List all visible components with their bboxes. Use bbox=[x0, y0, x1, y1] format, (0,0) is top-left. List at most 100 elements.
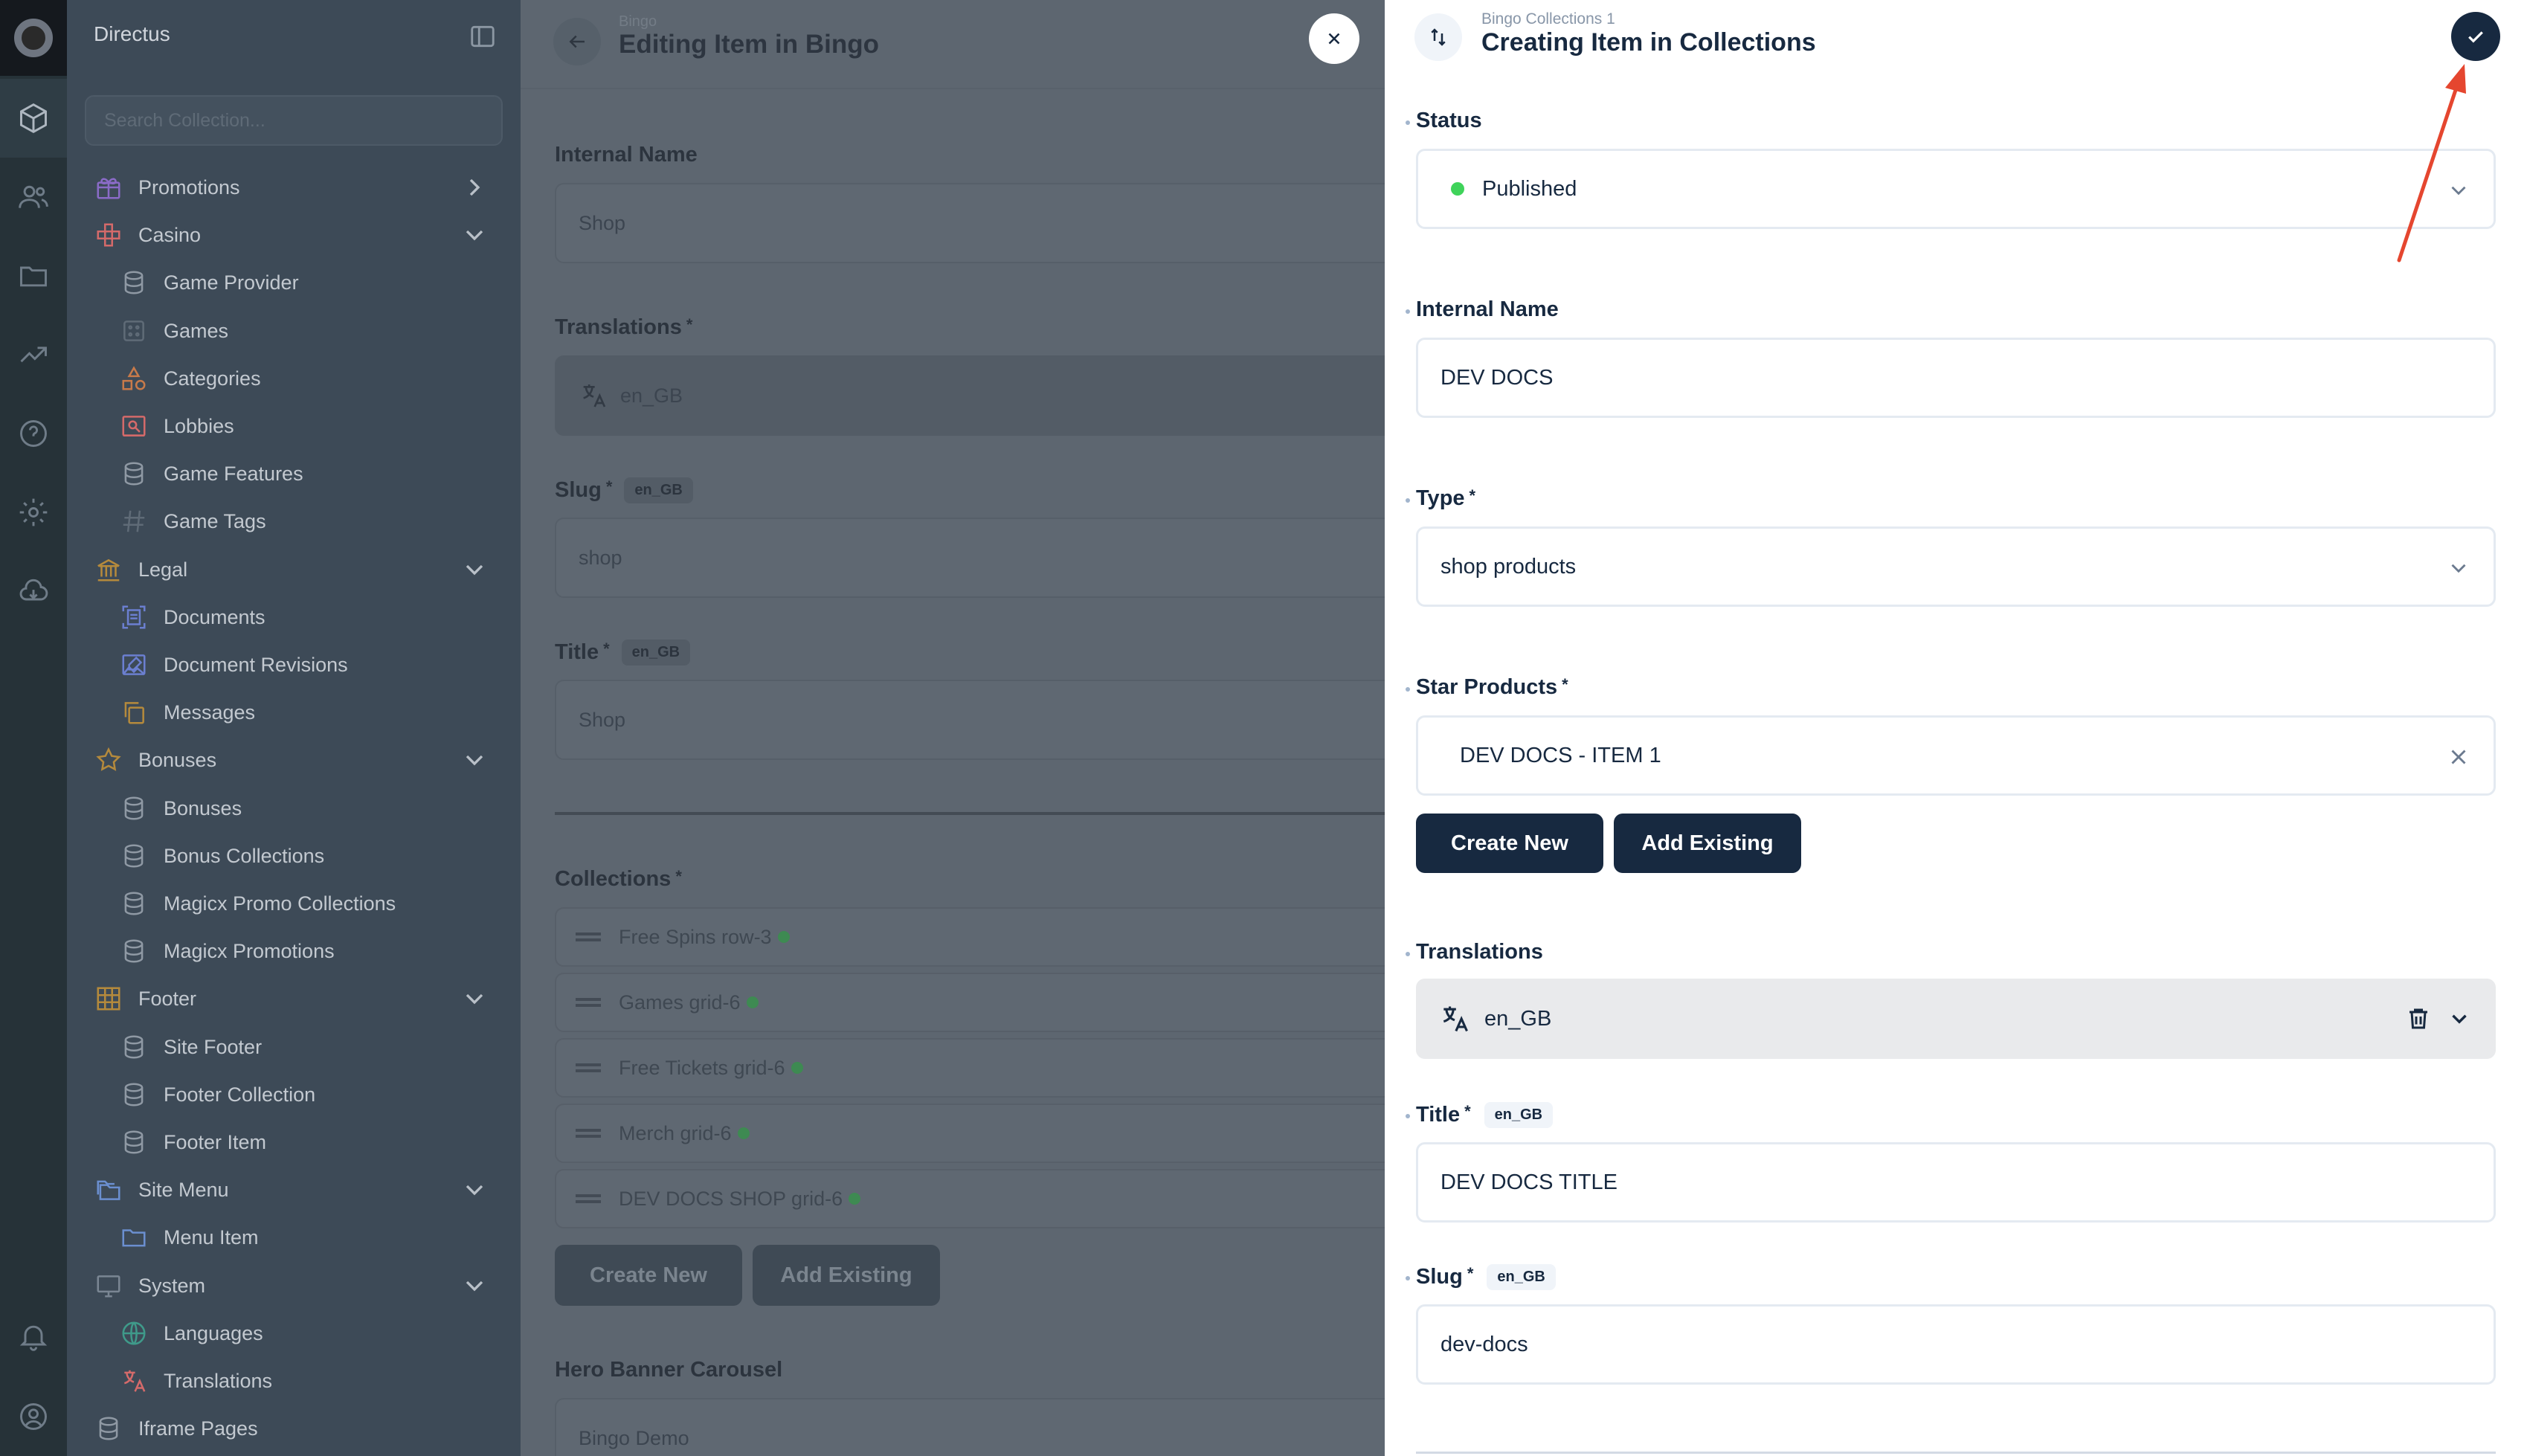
sidebar-item-footer-collection[interactable]: Footer Collection bbox=[119, 1075, 315, 1114]
chevron-down-icon[interactable] bbox=[460, 745, 489, 775]
save-button[interactable] bbox=[2451, 12, 2500, 61]
sidebar-item-system[interactable]: System bbox=[94, 1266, 205, 1305]
back-button[interactable] bbox=[553, 18, 601, 65]
sidebar-item-categories[interactable]: Categories bbox=[119, 359, 261, 398]
internal-name-label: Internal Name bbox=[1406, 297, 1559, 322]
sidebar-item-game-provider[interactable]: Game Provider bbox=[119, 263, 299, 302]
sidebar-item-documents[interactable]: Documents bbox=[119, 598, 265, 637]
collection-row[interactable]: Free Spins row-3 bbox=[555, 907, 1385, 967]
sidebar-item-languages[interactable]: Languages bbox=[119, 1314, 263, 1353]
title-input[interactable]: Shop bbox=[555, 680, 1385, 760]
sidebar-item-iframe-pages[interactable]: Iframe Pages bbox=[94, 1409, 258, 1448]
sidebar-item-magicx-promo-collections[interactable]: Magicx Promo Collections bbox=[119, 884, 396, 923]
translations-label: Translations bbox=[1406, 940, 1543, 964]
sidebar-item-bonuses[interactable]: Bonuses bbox=[94, 741, 216, 779]
chevron-right-icon[interactable] bbox=[460, 173, 489, 202]
chevron-down-icon[interactable] bbox=[460, 1271, 489, 1301]
editor-create-new-button[interactable]: Create New bbox=[555, 1245, 742, 1306]
collection-row[interactable]: Games grid-6 bbox=[555, 973, 1385, 1032]
directus-logo[interactable] bbox=[0, 0, 67, 76]
chevron-down-icon[interactable] bbox=[460, 220, 489, 250]
remove-item-icon[interactable] bbox=[2446, 744, 2471, 770]
sidebar-item-site-footer[interactable]: Site Footer bbox=[119, 1028, 262, 1066]
sidebar-item-label: Iframe Pages bbox=[138, 1417, 258, 1440]
sidebar-item-footer-item[interactable]: Footer Item bbox=[119, 1123, 266, 1162]
sidebar-item-site-menu[interactable]: Site Menu bbox=[94, 1170, 229, 1209]
sidebar-item-games[interactable]: Games bbox=[119, 312, 228, 350]
hero-banner-input[interactable]: Bingo Demo bbox=[555, 1398, 1385, 1456]
database-icon bbox=[119, 841, 149, 871]
notifications-icon[interactable] bbox=[0, 1297, 67, 1376]
sidebar-item-translations[interactable]: Translations bbox=[119, 1362, 272, 1400]
published-status-dot bbox=[1451, 182, 1464, 196]
slug-input[interactable]: dev-docs bbox=[1416, 1304, 2496, 1385]
sidebar-item-label: Footer Collection bbox=[164, 1083, 316, 1106]
sidebar-item-bonuses[interactable]: Bonuses bbox=[119, 789, 242, 828]
content-module-icon[interactable] bbox=[0, 79, 67, 158]
drag-handle-icon[interactable] bbox=[576, 932, 601, 941]
hero-banner-label: Hero Banner Carousel bbox=[555, 1358, 783, 1382]
collection-row[interactable]: Free Tickets grid-6 bbox=[555, 1038, 1385, 1098]
sidebar-item-magicx-promotions[interactable]: Magicx Promotions bbox=[119, 932, 335, 970]
sidebar-item-menu-item[interactable]: Menu Item bbox=[119, 1218, 259, 1257]
collection-row[interactable]: Merch grid-6 bbox=[555, 1104, 1385, 1163]
database-icon bbox=[119, 459, 149, 489]
translate-icon bbox=[119, 1366, 149, 1396]
chevron-down-icon[interactable] bbox=[460, 984, 489, 1014]
collection-row-label: DEV DOCS SHOP grid-6 bbox=[619, 1187, 843, 1210]
collection-row[interactable]: DEV DOCS SHOP grid-6 bbox=[555, 1169, 1385, 1228]
sidebar-item-label: Casino bbox=[138, 223, 202, 246]
chevron-down-icon[interactable] bbox=[460, 555, 489, 584]
drag-handle-icon[interactable] bbox=[576, 998, 601, 1007]
internal-name-input[interactable]: DEV DOCS bbox=[1416, 338, 2496, 418]
collection-search-input[interactable]: Search Collection... bbox=[85, 95, 503, 146]
sidebar-collapse-icon[interactable] bbox=[469, 22, 497, 51]
delete-icon[interactable] bbox=[2405, 1005, 2432, 1032]
slug-input[interactable]: shop bbox=[555, 518, 1385, 598]
translations-row[interactable]: en_GB bbox=[1416, 979, 2496, 1059]
sidebar-item-bonus-collections[interactable]: Bonus Collections bbox=[119, 837, 324, 875]
sidebar-item-casino[interactable]: Casino bbox=[94, 216, 201, 254]
help-module-icon[interactable] bbox=[0, 394, 67, 473]
users-module-icon[interactable] bbox=[0, 158, 67, 236]
drag-handle-icon[interactable] bbox=[576, 1129, 601, 1138]
internal-name-input[interactable]: Shop bbox=[555, 183, 1385, 263]
sidebar-item-lobbies[interactable]: Lobbies bbox=[119, 407, 234, 445]
drag-handle-icon[interactable] bbox=[576, 1063, 601, 1072]
sidebar-item-legal[interactable]: Legal bbox=[94, 550, 187, 589]
title-input[interactable]: DEV DOCS TITLE bbox=[1416, 1142, 2496, 1223]
chevron-down-icon[interactable] bbox=[460, 1175, 489, 1205]
settings-module-icon[interactable] bbox=[0, 473, 67, 552]
create-new-button[interactable]: Create New bbox=[1416, 814, 1603, 873]
sidebar-item-promotions[interactable]: Promotions bbox=[94, 168, 240, 207]
status-select[interactable]: Published bbox=[1416, 149, 2496, 229]
type-select[interactable]: shop products bbox=[1416, 526, 2496, 607]
sidebar-item-label: Translations bbox=[164, 1369, 273, 1392]
collection-row-label: Games grid-6 bbox=[619, 990, 741, 1014]
star-product-item[interactable]: DEV DOCS - ITEM 1 bbox=[1416, 715, 2496, 796]
insights-module-icon[interactable] bbox=[0, 315, 67, 394]
sidebar-item-game-features[interactable]: Game Features bbox=[119, 454, 303, 493]
user-profile-icon[interactable] bbox=[0, 1377, 67, 1456]
files-module-icon[interactable] bbox=[0, 236, 67, 315]
editor-add-existing-button[interactable]: Add Existing bbox=[753, 1245, 940, 1306]
marketplace-module-icon[interactable] bbox=[0, 552, 67, 631]
translations-row[interactable]: en_GB bbox=[555, 355, 1385, 436]
sidebar-item-label: Legal bbox=[138, 558, 188, 581]
sidebar-item-label: Game Features bbox=[164, 462, 303, 485]
editor-breadcrumb[interactable]: Bingo bbox=[619, 13, 657, 30]
status-label: Status bbox=[1406, 109, 1482, 133]
star-product-item-label: DEV DOCS - ITEM 1 bbox=[1460, 743, 1661, 767]
collections-navigation: Directus Search Collection... Promotions… bbox=[67, 0, 521, 1456]
add-existing-button[interactable]: Add Existing bbox=[1614, 814, 1801, 873]
chevron-down-icon[interactable] bbox=[2447, 1006, 2472, 1031]
internal-name-label: Internal Name bbox=[555, 143, 698, 167]
close-drawer-button[interactable] bbox=[1309, 13, 1359, 64]
translations-value: en_GB bbox=[1484, 1006, 1552, 1031]
sidebar-item-game-tags[interactable]: Game Tags bbox=[119, 502, 266, 541]
drag-handle-icon[interactable] bbox=[576, 1194, 601, 1203]
sidebar-item-document-revisions[interactable]: Document Revisions bbox=[119, 645, 348, 684]
sidebar-item-footer[interactable]: Footer bbox=[94, 979, 196, 1018]
sidebar-item-messages[interactable]: Messages bbox=[119, 693, 255, 732]
translate-icon bbox=[583, 384, 606, 408]
